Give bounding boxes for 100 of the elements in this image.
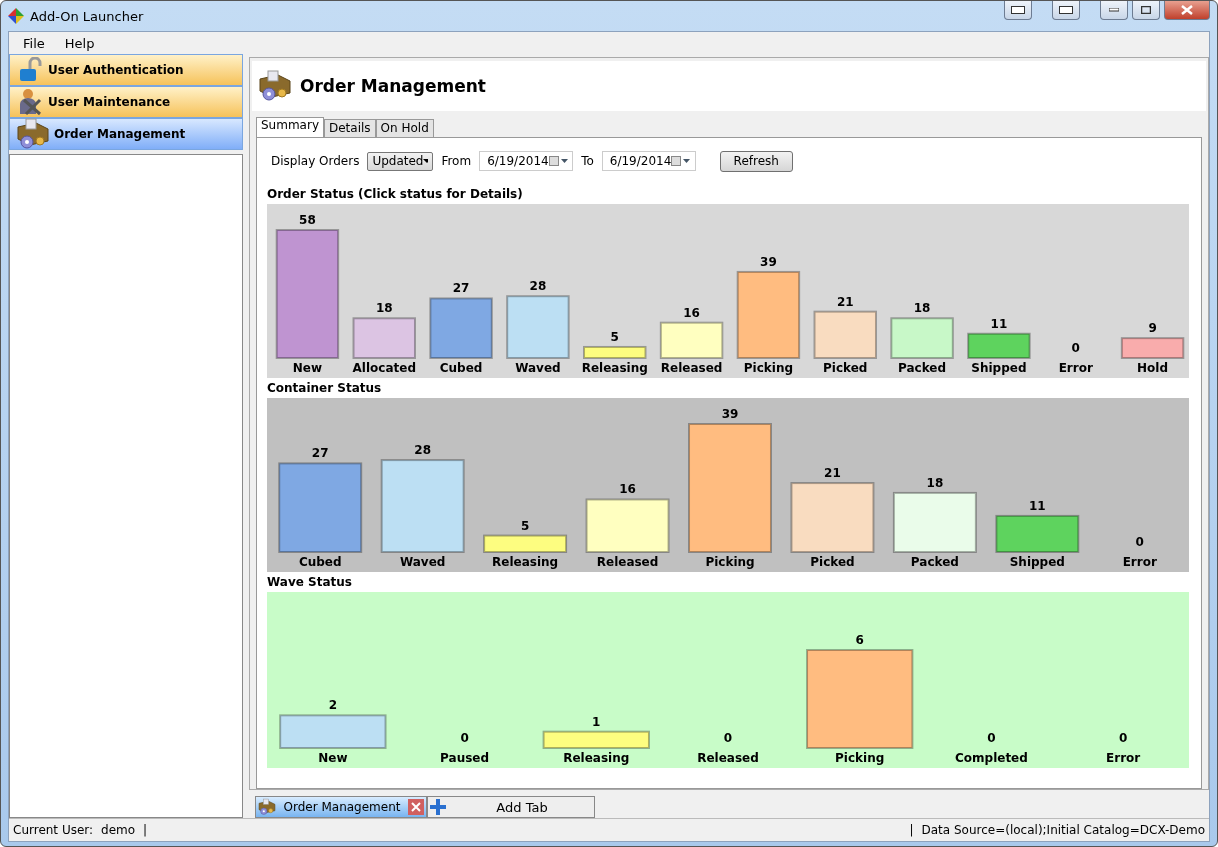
- page-title: Order Management: [300, 76, 486, 96]
- bar[interactable]: [790, 482, 875, 553]
- value-label: 18: [913, 301, 931, 316]
- bar[interactable]: [506, 295, 570, 359]
- app-icon: [8, 8, 24, 24]
- date-field[interactable]: 6/19/2014: [479, 151, 574, 171]
- bar[interactable]: [352, 317, 416, 359]
- category-label[interactable]: Picked: [823, 361, 868, 375]
- category-label[interactable]: Cubed: [298, 555, 342, 569]
- close-icon[interactable]: [408, 799, 424, 815]
- value-label: 0: [987, 731, 996, 745]
- category-label[interactable]: Waved: [399, 555, 446, 569]
- category-label[interactable]: Picking: [743, 361, 794, 375]
- close-button[interactable]: [1164, 1, 1210, 20]
- value-label: 0: [1071, 341, 1080, 355]
- category-label[interactable]: Cubed: [439, 361, 483, 375]
- field-label: From: [441, 154, 472, 168]
- display-dropdown[interactable]: Updated: [367, 151, 434, 171]
- value-label: 21: [836, 294, 854, 309]
- category-label[interactable]: Released: [596, 555, 659, 569]
- bar[interactable]: [736, 270, 801, 359]
- bar[interactable]: [279, 714, 387, 749]
- bar[interactable]: [275, 229, 340, 359]
- box-gear-icon: [258, 798, 276, 816]
- category-label[interactable]: Released: [697, 751, 759, 765]
- category-label[interactable]: Picking: [835, 751, 885, 765]
- bar[interactable]: [890, 317, 954, 359]
- category-label[interactable]: Picking: [705, 555, 755, 569]
- category-label[interactable]: Hold: [1137, 361, 1169, 375]
- tab[interactable]: Details: [324, 119, 376, 137]
- bar[interactable]: [585, 498, 670, 553]
- value-label: 28: [529, 279, 547, 294]
- category-label[interactable]: Allocated: [352, 361, 416, 375]
- value-label: 6: [855, 633, 864, 647]
- value-label: 2: [328, 698, 338, 713]
- category-label[interactable]: Releasing: [581, 361, 648, 375]
- bar[interactable]: [429, 297, 493, 359]
- category-label[interactable]: Released: [660, 361, 723, 375]
- category-label[interactable]: Paused: [440, 751, 490, 765]
- value-label: 18: [926, 475, 944, 490]
- close-icon: [1181, 5, 1193, 15]
- window-button[interactable]: [1004, 1, 1032, 20]
- caret-icon: [423, 159, 429, 163]
- calendar-icon: [671, 156, 691, 166]
- bar[interactable]: [806, 649, 914, 749]
- sidebar-item[interactable]: Order Management: [9, 118, 243, 150]
- menu-item[interactable]: File: [15, 35, 53, 51]
- value-label: 9: [1148, 321, 1157, 336]
- maximize-button[interactable]: [1132, 1, 1160, 20]
- maximize-icon: [1141, 6, 1151, 14]
- bar[interactable]: [688, 423, 772, 553]
- category-label[interactable]: Waved: [515, 361, 561, 375]
- document-tab[interactable]: Order Management: [255, 796, 427, 818]
- category-label[interactable]: Shipped: [1009, 555, 1065, 569]
- value-label: 27: [311, 446, 329, 461]
- bar[interactable]: [542, 730, 650, 749]
- window-icon: [1059, 6, 1073, 14]
- bar[interactable]: [659, 321, 724, 359]
- bar[interactable]: [583, 345, 647, 359]
- category-label[interactable]: Error: [1106, 751, 1141, 765]
- category-label[interactable]: Picked: [810, 555, 855, 569]
- category-label[interactable]: Error: [1122, 555, 1157, 569]
- value-label: 5: [520, 518, 530, 533]
- category-label[interactable]: Shipped: [971, 361, 1027, 375]
- category-label[interactable]: Packed: [910, 555, 959, 569]
- menu-item[interactable]: Help: [56, 35, 103, 51]
- refresh-button[interactable]: Refresh: [719, 150, 793, 172]
- section-title: Wave Status: [267, 574, 353, 591]
- tab[interactable]: Summary: [256, 117, 324, 137]
- bar[interactable]: [380, 459, 465, 553]
- bar[interactable]: [1120, 337, 1185, 359]
- document-tab[interactable]: Add Tab: [427, 796, 595, 818]
- bar[interactable]: [892, 491, 977, 553]
- sidebar-item[interactable]: User Maintenance: [9, 86, 243, 118]
- category-label[interactable]: New: [292, 361, 323, 375]
- bar[interactable]: [278, 462, 363, 553]
- category-label[interactable]: Releasing: [563, 751, 630, 765]
- value-label: 0: [1118, 731, 1128, 745]
- calendar-icon: [548, 156, 569, 166]
- bar[interactable]: [483, 534, 568, 553]
- category-label[interactable]: Releasing: [492, 555, 559, 569]
- box-gear-icon: [258, 69, 292, 103]
- status-separator: |: [143, 823, 148, 837]
- tab[interactable]: On Hold: [375, 119, 434, 137]
- field-label: Display Orders: [271, 154, 360, 168]
- bar[interactable]: [967, 332, 1031, 359]
- value-label: 0: [723, 731, 733, 745]
- category-label[interactable]: Error: [1058, 361, 1093, 375]
- date-field[interactable]: 6/19/2014: [601, 151, 696, 171]
- bar[interactable]: [813, 310, 877, 359]
- value-label: 21: [824, 466, 841, 481]
- category-label[interactable]: Completed: [955, 751, 1028, 765]
- minimize-button[interactable]: [1100, 1, 1128, 20]
- category-label[interactable]: Packed: [898, 361, 947, 375]
- window-button[interactable]: [1052, 1, 1080, 20]
- value-label: 11: [1029, 498, 1046, 513]
- bar[interactable]: [995, 514, 1080, 553]
- sidebar-item[interactable]: User Authentication: [9, 54, 243, 86]
- window-title: Add-On Launcher: [30, 8, 145, 24]
- category-label[interactable]: New: [318, 751, 348, 765]
